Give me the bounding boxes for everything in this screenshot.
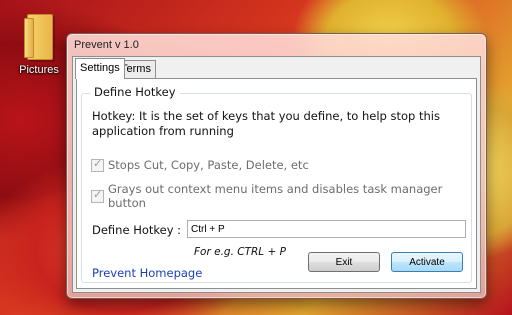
option-label: Stops Cut, Copy, Paste, Delete, etc bbox=[108, 158, 309, 172]
checkbox-stop-clipboard[interactable] bbox=[91, 157, 104, 172]
window-client-area: Settings Terms Define Hotkey Hotkey: It … bbox=[72, 56, 481, 293]
option-label: Grays out context menu items and disable… bbox=[108, 182, 443, 210]
checkbox-gray-context-menu[interactable] bbox=[91, 188, 104, 203]
exit-button[interactable]: Exit bbox=[308, 252, 380, 272]
option-gray-context-menu[interactable]: Grays out context menu items and disable… bbox=[91, 182, 471, 210]
group-title: Define Hotkey bbox=[90, 85, 180, 99]
prevent-homepage-link[interactable]: Prevent Homepage bbox=[92, 266, 202, 280]
activate-button[interactable]: Activate bbox=[391, 252, 463, 272]
window-title: Prevent v 1.0 bbox=[74, 39, 139, 51]
define-hotkey-label: Define Hotkey : bbox=[92, 223, 182, 237]
hotkey-description: Hotkey: It is the set of keys that you d… bbox=[92, 109, 440, 138]
desktop-icon-pictures[interactable]: Pictures bbox=[18, 8, 60, 78]
define-hotkey-group: Define Hotkey Hotkey: It is the set of k… bbox=[81, 85, 472, 283]
hotkey-example-hint: For e.g. CTRL + P bbox=[194, 246, 286, 258]
tab-settings[interactable]: Settings bbox=[75, 58, 125, 79]
folder-icon bbox=[24, 14, 53, 60]
hotkey-input[interactable] bbox=[187, 220, 466, 238]
prevent-window: Prevent v 1.0 Settings Terms Define Hotk… bbox=[66, 33, 487, 299]
option-stop-clipboard[interactable]: Stops Cut, Copy, Paste, Delete, etc bbox=[91, 157, 309, 172]
settings-panel: Define Hotkey Hotkey: It is the set of k… bbox=[76, 78, 477, 289]
desktop-icon-label: Pictures bbox=[19, 64, 59, 76]
